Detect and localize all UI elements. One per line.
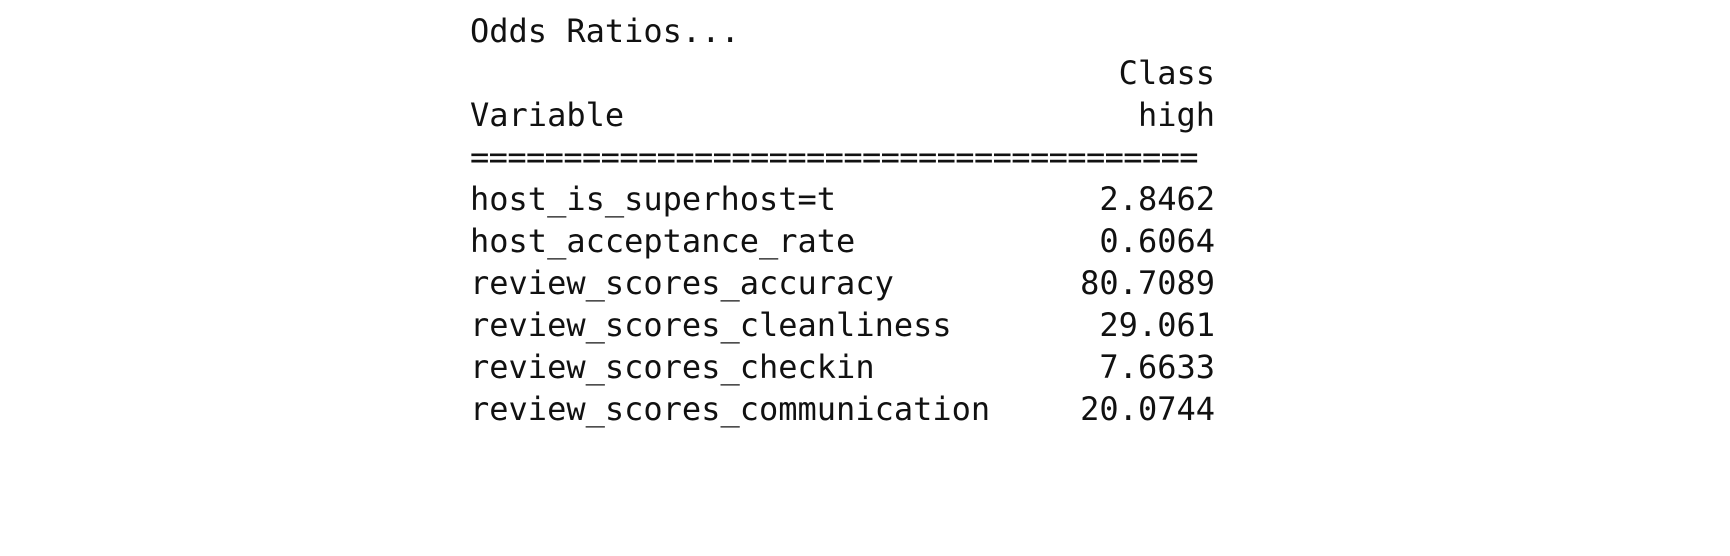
row-variable: host_is_superhost=t (470, 180, 837, 218)
header-variable-label: Variable (470, 96, 625, 134)
separator-line: ======================================= (470, 136, 1230, 178)
row-variable: review_scores_cleanliness (470, 306, 952, 344)
header-class-value: high (1137, 96, 1215, 134)
output-title: Odds Ratios... (470, 12, 740, 50)
row-value: 29.061 (1099, 306, 1215, 344)
header-class-line: Class (470, 52, 1230, 94)
table-row: review_scores_cleanliness 29.061 (470, 304, 1230, 346)
row-variable: review_scores_checkin (470, 348, 875, 386)
output-title-line: Odds Ratios... (470, 10, 1230, 52)
table-row: review_scores_communication 20.0744 (470, 388, 1230, 430)
table-row: host_acceptance_rate 0.6064 (470, 220, 1230, 262)
table-row: review_scores_accuracy 80.7089 (470, 262, 1230, 304)
row-variable: review_scores_communication (470, 390, 991, 428)
table-row: host_is_superhost=t 2.8462 (470, 178, 1230, 220)
row-variable: host_acceptance_rate (470, 222, 856, 260)
row-variable: review_scores_accuracy (470, 264, 894, 302)
header-class-label: Class (1118, 54, 1215, 92)
row-value: 2.8462 (1099, 180, 1215, 218)
row-value: 20.0744 (1080, 390, 1215, 428)
separator: ======================================= (470, 138, 1199, 176)
table-row: review_scores_checkin 7.6633 (470, 346, 1230, 388)
row-value: 80.7089 (1080, 264, 1215, 302)
odds-ratios-output: Odds Ratios... Class Variable high =====… (470, 10, 1230, 430)
row-value: 7.6633 (1099, 348, 1215, 386)
header-variable-line: Variable high (470, 94, 1230, 136)
row-value: 0.6064 (1099, 222, 1215, 260)
